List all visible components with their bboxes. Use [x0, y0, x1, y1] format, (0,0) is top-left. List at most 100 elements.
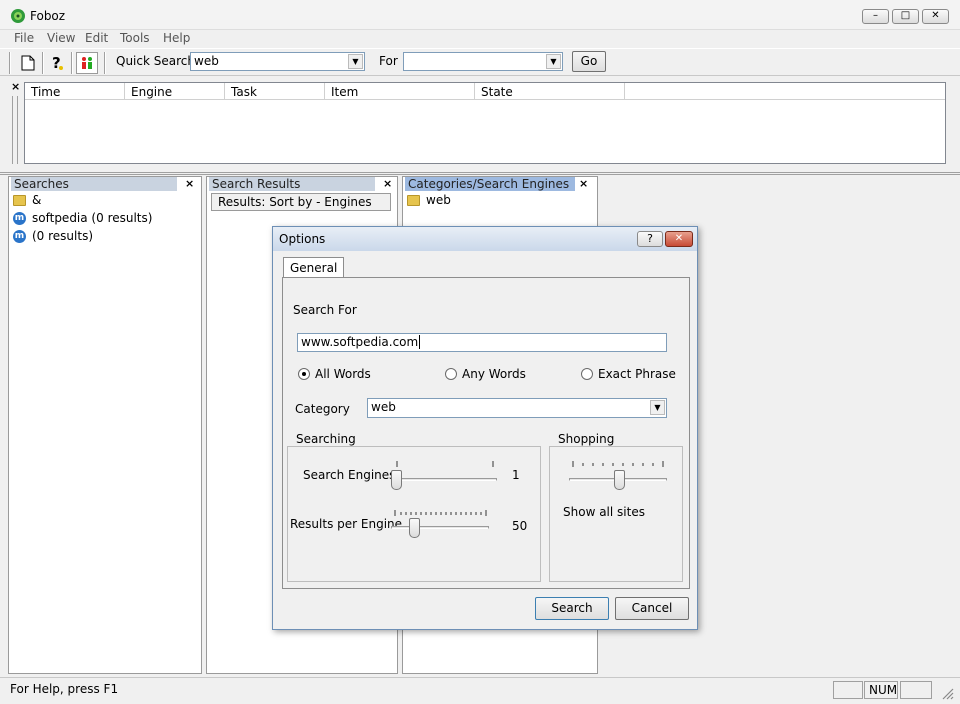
column-state[interactable]: State [475, 83, 625, 100]
new-document-icon [21, 55, 35, 71]
results-per-engine-slider[interactable] [409, 518, 420, 538]
quick-search-combo[interactable]: web ▼ [190, 52, 365, 71]
options-dialog: Options ? ✕ General Search For www.softp… [272, 226, 698, 630]
tasklist-close-icon[interactable]: × [11, 80, 20, 93]
dialog-title: Options [279, 232, 326, 246]
menu-view[interactable]: View [47, 31, 75, 45]
radio-all-words-dot [298, 368, 310, 380]
svg-text:?: ? [52, 54, 61, 72]
maximize-button[interactable]: □ [892, 9, 919, 24]
status-help-text: For Help, press F1 [10, 682, 119, 696]
shopping-slider[interactable] [614, 470, 625, 490]
menu-tools[interactable]: Tools [120, 31, 150, 45]
chevron-down-icon[interactable]: ▼ [546, 54, 561, 69]
radio-any-words[interactable]: Any Words [445, 367, 526, 381]
close-button[interactable]: ✕ [922, 9, 949, 24]
column-engine[interactable]: Engine [125, 83, 225, 100]
categories-close-icon[interactable]: × [579, 177, 588, 190]
search-for-label: Search For [293, 303, 357, 317]
window-title: Foboz [30, 9, 66, 23]
column-filler [625, 83, 945, 100]
help-button[interactable]: ? [46, 52, 68, 74]
search-engines-track [391, 478, 497, 481]
radio-any-words-dot [445, 368, 457, 380]
title-bar: Foboz – □ ✕ [0, 0, 960, 30]
list-item-label: & [32, 193, 42, 207]
list-item-label: softpedia (0 results) [32, 211, 153, 225]
dialog-close-button[interactable]: ✕ [665, 231, 693, 247]
radio-any-words-label: Any Words [462, 367, 526, 381]
shopping-group-label: Shopping [556, 432, 617, 446]
menu-edit[interactable]: Edit [85, 31, 108, 45]
list-item[interactable]: m (0 results) [13, 229, 93, 243]
for-combo[interactable]: ▼ [403, 52, 563, 71]
radio-all-words-label: All Words [315, 367, 371, 381]
search-engines-ticks [396, 461, 494, 467]
radio-all-words[interactable]: All Words [298, 367, 371, 381]
task-list[interactable]: Time Engine Task Item State [24, 82, 946, 164]
quick-search-label: Quick Search [116, 54, 195, 68]
results-per-engine-ticks [394, 510, 487, 516]
list-item[interactable]: m softpedia (0 results) [13, 211, 152, 225]
column-item[interactable]: Item [325, 83, 475, 100]
go-button[interactable]: Go [572, 51, 606, 72]
toolbar: ? Quick Search web ▼ For ▼ Go [0, 48, 960, 76]
category-label: Category [295, 402, 350, 416]
new-document-button[interactable] [17, 52, 39, 74]
cancel-button[interactable]: Cancel [615, 597, 689, 620]
search-button[interactable]: Search [535, 597, 609, 620]
shopping-label: Show all sites [563, 505, 645, 519]
shopping-ticks [572, 461, 664, 467]
quick-search-value: web [194, 54, 219, 68]
toolbar-separator [42, 52, 44, 74]
searches-close-icon[interactable]: × [185, 177, 194, 190]
users-button[interactable] [76, 52, 98, 74]
category-value: web [371, 400, 396, 414]
minimize-button[interactable]: – [862, 9, 889, 24]
engine-icon: m [13, 229, 26, 243]
menu-help[interactable]: Help [163, 31, 190, 45]
search-engines-label: Search Engines [303, 468, 396, 482]
radio-exact-phrase-label: Exact Phrase [598, 367, 676, 381]
list-item-label: web [426, 193, 451, 207]
tasklist-grip[interactable] [12, 96, 18, 164]
folder-icon [13, 194, 26, 206]
status-scrl-indicator [900, 681, 932, 699]
for-label: For [379, 54, 398, 68]
resize-grip-icon[interactable] [940, 686, 954, 700]
list-item[interactable]: & [13, 193, 41, 207]
toolbar-separator [104, 52, 106, 74]
sort-header[interactable]: Results: Sort by - Engines [211, 193, 391, 211]
menu-bar: File View Edit Tools Help [0, 29, 960, 48]
searches-title: Searches [11, 177, 177, 191]
folder-icon [407, 194, 420, 206]
category-select[interactable]: web ▼ [367, 398, 667, 418]
column-task[interactable]: Task [225, 83, 325, 100]
results-per-engine-track [391, 526, 489, 529]
dialog-help-button[interactable]: ? [637, 231, 663, 247]
chevron-down-icon[interactable]: ▼ [650, 400, 665, 415]
question-icon: ? [52, 54, 63, 72]
search-engines-slider[interactable] [391, 470, 402, 490]
searches-pane: Searches × & m softpedia (0 results) m (… [8, 176, 202, 674]
list-item[interactable]: web [407, 193, 451, 207]
tab-general[interactable]: General [283, 257, 345, 277]
column-time[interactable]: Time [25, 83, 125, 100]
menu-file[interactable]: File [14, 31, 34, 45]
users-icon [82, 57, 92, 69]
results-per-engine-label: Results per Engine [290, 517, 403, 531]
results-per-engine-value: 50 [512, 519, 528, 533]
toolbar-separator [71, 52, 73, 74]
categories-title: Categories/Search Engines [405, 177, 575, 191]
dialog-title-bar: Options ? ✕ [273, 227, 697, 251]
search-results-title: Search Results [209, 177, 375, 191]
chevron-down-icon[interactable]: ▼ [348, 54, 363, 69]
searching-group-label: Searching [294, 432, 358, 446]
search-for-input[interactable]: www.softpedia.com [297, 333, 667, 352]
search-engines-value: 1 [512, 468, 520, 482]
splitter[interactable] [0, 172, 960, 175]
search-results-close-icon[interactable]: × [383, 177, 392, 190]
radio-exact-phrase[interactable]: Exact Phrase [581, 367, 676, 381]
radio-exact-phrase-dot [581, 368, 593, 380]
app-icon [11, 9, 25, 23]
